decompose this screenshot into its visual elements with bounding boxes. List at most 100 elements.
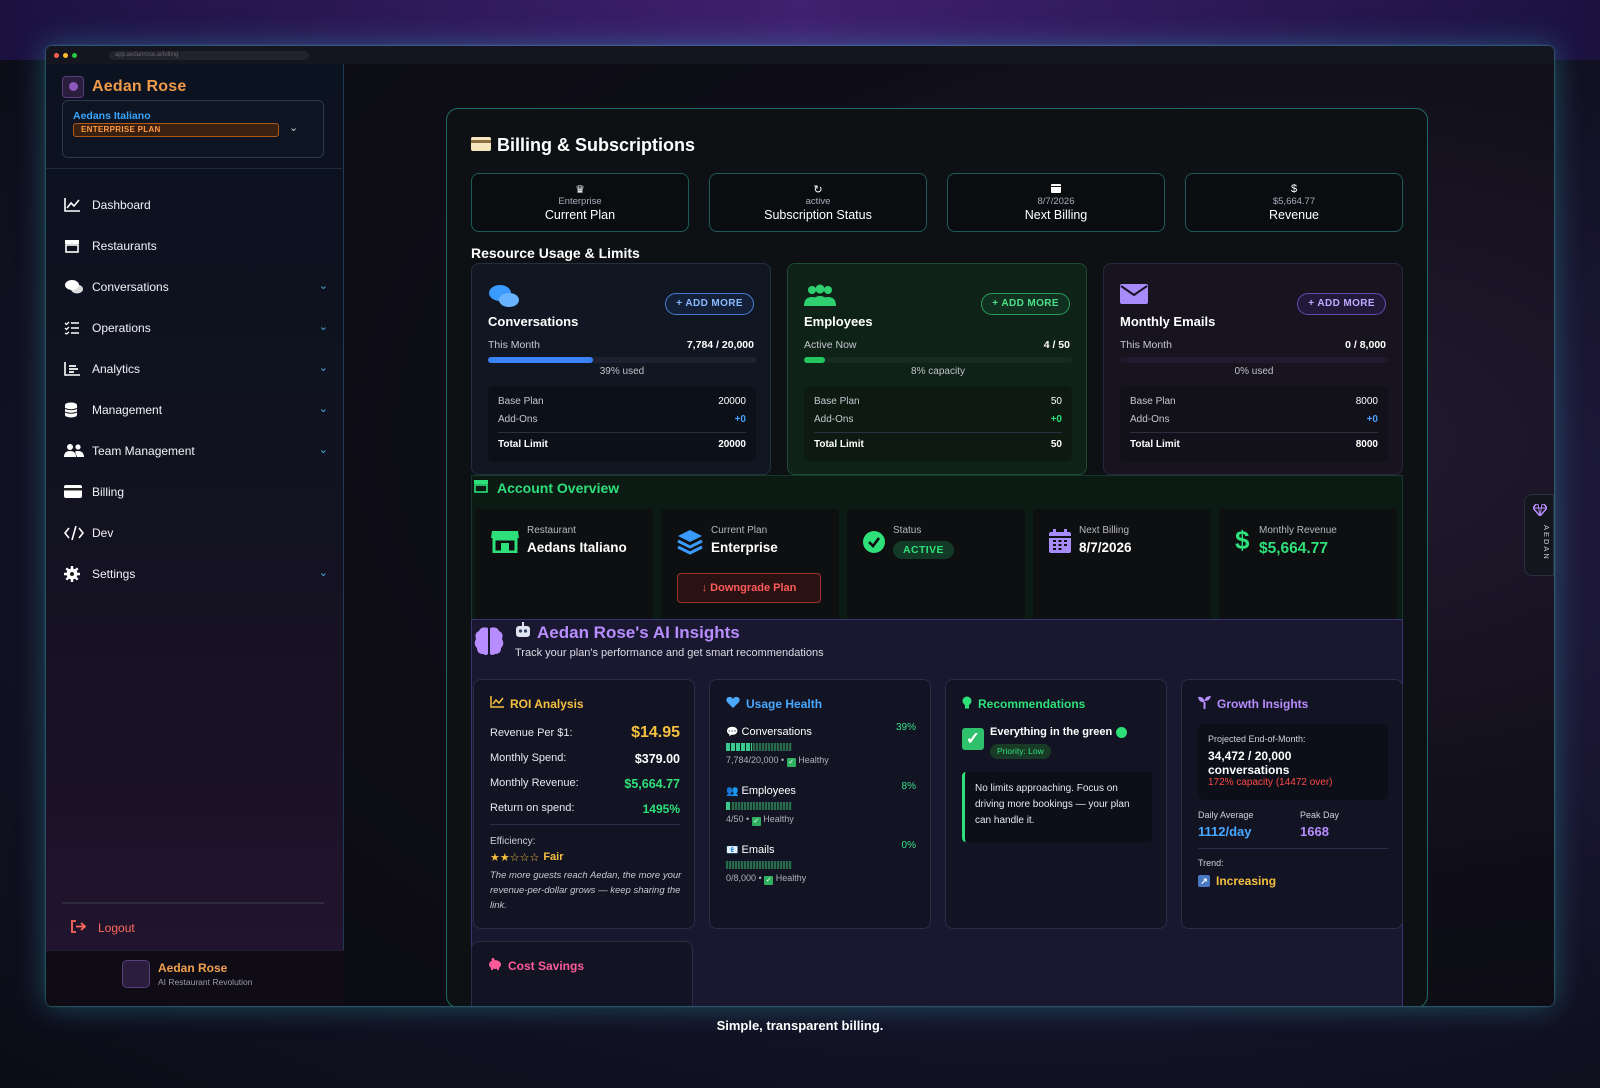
card-title: Growth Insights — [1217, 697, 1309, 711]
peak-day-value: 1668 — [1300, 824, 1329, 839]
aedan-side-rail[interactable]: AEDAN — [1524, 494, 1554, 576]
stat-label: Next Billing — [1024, 208, 1088, 222]
add-more-button[interactable]: + ADD MORE — [1297, 293, 1386, 315]
add-more-button[interactable]: + ADD MORE — [665, 293, 754, 315]
usage-detail: 7,784/20,000 • — [726, 755, 785, 765]
trend-value: ↗ Increasing — [1198, 874, 1276, 888]
check-circle-icon — [863, 531, 885, 558]
stat-label: Current Plan — [544, 208, 616, 222]
usage-health-detail: 0/8,000 • ✓ Healthy — [726, 873, 916, 885]
calendar-icon — [1049, 529, 1071, 558]
sidebar-item-label: Conversations — [92, 279, 169, 294]
sidebar-item-analytics[interactable]: Analytics ⌄ — [62, 348, 328, 389]
check-icon: ✓ — [751, 817, 761, 826]
resource-title: Monthly Emails — [1120, 314, 1216, 329]
base-plan-label: Base Plan — [814, 395, 860, 407]
insights-title-text: Aedan Rose's AI Insights — [537, 622, 740, 642]
addons-value: +0 — [1050, 413, 1062, 425]
divider — [62, 902, 324, 904]
sidebar-footer: Aedan Rose AI Restaurant Revolution — [46, 950, 344, 1006]
sidebar-item-team-management[interactable]: Team Management ⌄ — [62, 430, 328, 471]
trend-text: Increasing — [1216, 874, 1277, 888]
addons-label: Add-Ons — [1130, 413, 1170, 425]
trend-label: Trend: — [1198, 858, 1224, 868]
roi-header: ROI Analysis — [490, 696, 584, 711]
stat-label: Revenue — [1268, 208, 1320, 222]
chevron-down-icon[interactable]: ⌄ — [319, 443, 328, 456]
main-content: Billing & Subscriptions ♛ Enterprise Cur… — [344, 64, 1554, 1006]
chevron-down-icon[interactable]: ⌄ — [319, 279, 328, 292]
progress-fill — [804, 357, 826, 363]
base-plan-label: Base Plan — [498, 395, 544, 407]
app-window: app.aedanrose.ai/billing Aedan Rose Aeda… — [46, 46, 1554, 1006]
section-title: Account Overview — [497, 479, 620, 496]
sidebar-item-operations[interactable]: Operations ⌄ — [62, 307, 328, 348]
rail-label: AEDAN — [1542, 525, 1551, 561]
usage-progress-bar — [1120, 357, 1388, 363]
chevron-down-icon[interactable]: ⌄ — [289, 121, 298, 134]
logout-button[interactable]: Logout — [70, 920, 135, 936]
credit-card-icon — [62, 485, 92, 498]
sidebar-item-dev[interactable]: Dev — [62, 512, 328, 553]
resource-usage: 0 / 8,000 — [1345, 339, 1386, 351]
store-icon — [473, 479, 489, 496]
sidebar-item-settings[interactable]: Settings ⌄ — [62, 553, 328, 594]
usage-detail: 0/8,000 • — [726, 873, 762, 883]
star-rating-icon: ★★☆☆☆ — [490, 852, 540, 864]
roi-value: $5,664.77 — [624, 777, 680, 791]
chevron-down-icon[interactable]: ⌄ — [319, 402, 328, 415]
url-bar[interactable]: app.aedanrose.ai/billing — [109, 50, 309, 60]
divider — [1198, 848, 1388, 849]
base-plan-value: 20000 — [718, 395, 746, 407]
roi-row: Monthly Revenue: $5,664.77 — [490, 777, 680, 791]
stat-revenue: $ $5,664.77 Revenue — [1185, 173, 1403, 232]
logout-icon — [70, 920, 87, 936]
stat-subscription-status: ↻ active Subscription Status — [709, 173, 927, 232]
chevron-down-icon[interactable]: ⌄ — [319, 566, 328, 579]
overview-status: Status ACTIVE — [847, 509, 1025, 620]
chevron-down-icon[interactable]: ⌄ — [319, 320, 328, 333]
overview-value: Enterprise — [711, 540, 778, 555]
sidebar-nav: Dashboard Restaurants Conversations ⌄ Op… — [62, 184, 328, 594]
base-plan-value: 8000 — [1355, 395, 1378, 407]
usage-health-bar — [726, 861, 792, 869]
check-icon: ✓ — [962, 728, 984, 750]
minimize-window-button[interactable] — [63, 52, 68, 58]
overview-label: Monthly Revenue — [1259, 525, 1337, 536]
sidebar-item-label: Billing — [92, 484, 125, 499]
usage-progress-bar — [804, 357, 1072, 363]
account-switcher[interactable]: Aedans Italiano ENTERPRISE PLAN ⌄ — [62, 100, 324, 158]
dollar-icon: $ — [1290, 183, 1298, 195]
footer-brand-name: Aedan Rose — [158, 961, 228, 975]
sidebar-item-management[interactable]: Management ⌄ — [62, 389, 328, 430]
insights-title: Aedan Rose's AI Insights — [515, 622, 740, 643]
add-more-button[interactable]: + ADD MORE — [981, 293, 1070, 315]
account-overview-title: Account Overview — [473, 479, 619, 496]
overview-restaurant: Restaurant Aedans Italiano — [475, 509, 653, 620]
sidebar-item-label: Management — [92, 402, 163, 417]
account-name: Aedans Italiano — [73, 110, 151, 122]
sidebar-item-dashboard[interactable]: Dashboard — [62, 184, 328, 225]
usage-health-bar — [726, 802, 792, 810]
chevron-down-icon[interactable]: ⌄ — [319, 361, 328, 374]
brand[interactable]: Aedan Rose — [62, 76, 186, 98]
maximize-window-button[interactable] — [72, 52, 77, 58]
sidebar-item-label: Restaurants — [92, 238, 157, 253]
progress-fill — [488, 357, 593, 363]
trend-up-icon: ↗ — [1198, 875, 1210, 887]
sidebar-item-restaurants[interactable]: Restaurants — [62, 225, 328, 266]
users-icon — [804, 284, 836, 313]
roi-label: Return on spend: — [490, 802, 575, 814]
overview-label: Current Plan — [711, 525, 768, 536]
sidebar-item-conversations[interactable]: Conversations ⌄ — [62, 266, 328, 307]
users-icon — [62, 443, 92, 458]
sidebar-item-billing[interactable]: Billing — [62, 471, 328, 512]
downgrade-plan-button[interactable]: ↓ Downgrade Plan — [677, 573, 821, 603]
crown-icon: ♛ — [575, 184, 585, 196]
overview-value: Aedans Italiano — [527, 540, 627, 555]
roi-value: 1495% — [642, 802, 680, 816]
resource-title: Employees — [804, 314, 873, 329]
daily-average-value: 1112/day — [1198, 824, 1252, 839]
usage-health-detail: 7,784/20,000 • ✓ Healthy — [726, 755, 916, 767]
close-window-button[interactable] — [54, 52, 59, 58]
